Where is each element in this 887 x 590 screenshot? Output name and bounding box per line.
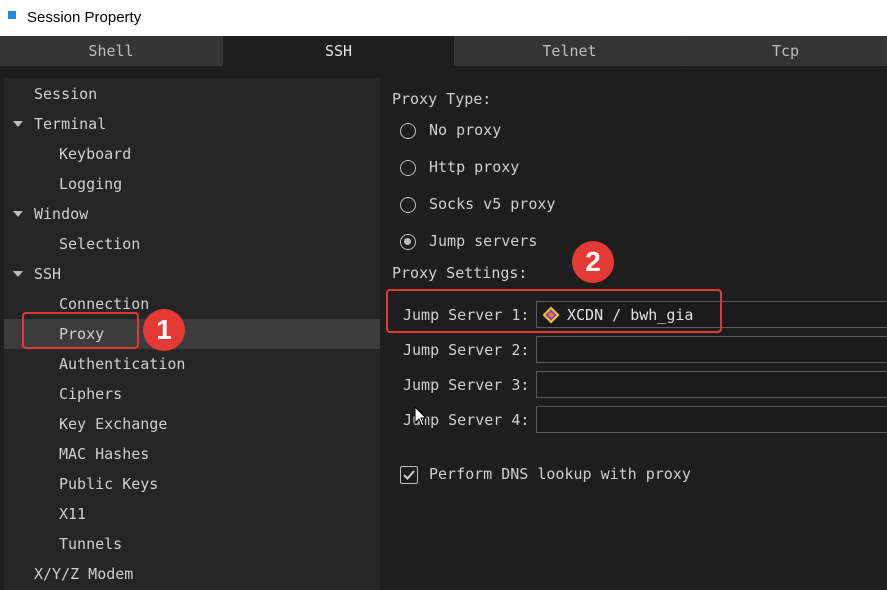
title-bar: Session Property [0,0,887,36]
tree-item-authentication[interactable]: Authentication [4,349,380,379]
jump-server-row-4: Jump Server 4: [382,405,887,435]
radio-button[interactable] [400,160,416,176]
highlight-box-proxy [22,312,139,349]
expand-arrow-icon[interactable] [13,121,23,127]
jump-server-label: Jump Server 3: [403,376,530,394]
radio-label: Jump servers [429,232,538,250]
tab-bar: Shell SSH Telnet Tcp [0,36,887,66]
dns-lookup-checkbox[interactable] [400,466,418,484]
tree-item-label: Ciphers [59,385,123,403]
tree-item-mac-hashes[interactable]: MAC Hashes [4,439,380,469]
tree-item-public-keys[interactable]: Public Keys [4,469,380,499]
tree-item-selection[interactable]: Selection [4,229,380,259]
tab-tcp[interactable]: Tcp [685,36,887,66]
radio-button[interactable] [400,123,416,139]
tree-item-tunnels[interactable]: Tunnels [4,529,380,559]
marker-badge-2: 2 [572,241,614,283]
jump-server-row-2: Jump Server 2: [382,335,887,365]
tree-item-x11[interactable]: X11 [4,499,380,529]
tab-shell[interactable]: Shell [0,36,223,66]
radio-button[interactable] [400,234,416,250]
jump-server-label: Jump Server 2: [403,341,530,359]
tree-item-key-exchange[interactable]: Key Exchange [4,409,380,439]
jump-server-2-field[interactable] [536,336,887,363]
tree-item-keyboard[interactable]: Keyboard [4,139,380,169]
tree-item-x-y-z-modem[interactable]: X/Y/Z Modem [4,559,380,589]
tree-item-label: Authentication [59,355,186,373]
highlight-box-jump-server [386,289,722,333]
tree-item-label: Key Exchange [59,415,168,433]
radio-label: No proxy [429,121,502,139]
radio-label: Socks v5 proxy [429,195,556,213]
tree-item-label: Selection [59,235,141,253]
radio-button[interactable] [400,197,416,213]
tree-item-label: Keyboard [59,145,132,163]
proxy-settings-label: Proxy Settings: [392,264,528,282]
tree-item-label: Logging [59,175,123,193]
tree-item-label: X11 [59,505,87,523]
app-icon [8,11,16,19]
tree-item-logging[interactable]: Logging [4,169,380,199]
tree-item-label: Session [34,85,98,103]
proxy-type-label: Proxy Type: [392,90,492,108]
checkmark-icon [403,470,415,480]
tree-item-ssh[interactable]: SSH [4,259,380,289]
mouse-cursor-icon [414,406,428,427]
window-title: Session Property [27,9,142,26]
tree-item-ciphers[interactable]: Ciphers [4,379,380,409]
tree-item-label: X/Y/Z Modem [34,565,134,583]
tree-item-session[interactable]: Session [4,79,380,109]
tab-telnet[interactable]: Telnet [455,36,685,66]
expand-arrow-icon[interactable] [13,271,23,277]
expand-arrow-icon[interactable] [13,211,23,217]
tree-item-label: MAC Hashes [59,445,150,463]
jump-server-4-field[interactable] [536,406,887,433]
jump-server-3-field[interactable] [536,371,887,398]
tree-item-label: Window [34,205,89,223]
proxy-settings-panel: Proxy Type: No proxy Http proxy Socks v5… [382,78,887,590]
dns-lookup-label: Perform DNS lookup with proxy [429,465,691,483]
marker-badge-1: 1 [143,309,185,351]
tree-item-window[interactable]: Window [4,199,380,229]
tree-item-label: Tunnels [59,535,123,553]
radio-label: Http proxy [429,158,520,176]
tab-ssh[interactable]: SSH [223,36,455,66]
tree-item-label: Public Keys [59,475,159,493]
tree-item-label: SSH [34,265,62,283]
jump-server-row-3: Jump Server 3: [382,370,887,400]
tree-item-terminal[interactable]: Terminal [4,109,380,139]
tree-item-label: Terminal [34,115,107,133]
